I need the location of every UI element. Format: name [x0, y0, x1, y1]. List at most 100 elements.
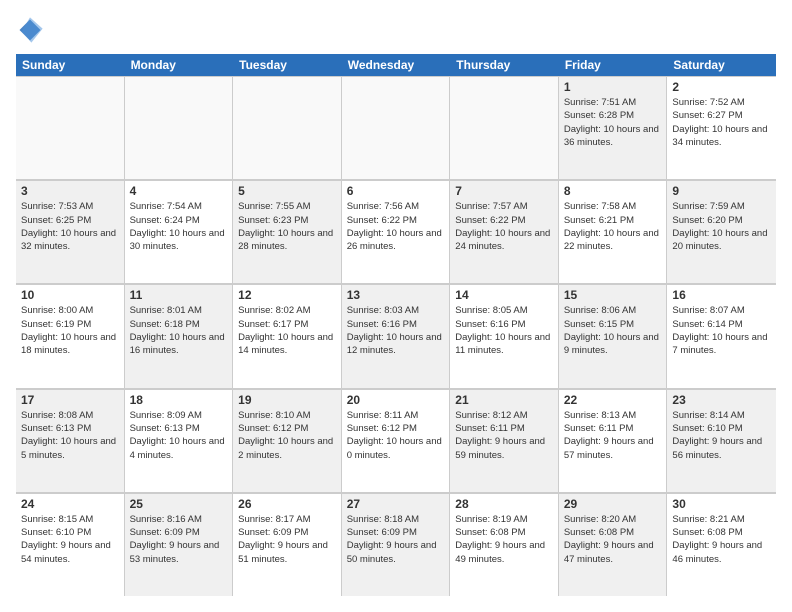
cal-cell — [450, 76, 559, 179]
cal-cell: 2 Sunrise: 7:52 AM Sunset: 6:27 PM Daylig… — [667, 76, 776, 179]
cal-cell: 10 Sunrise: 8:00 AM Sunset: 6:19 PM Dayli… — [16, 284, 125, 387]
day-number: 17 — [21, 393, 119, 407]
day-info: Sunrise: 7:52 AM Sunset: 6:27 PM Dayligh… — [672, 96, 771, 149]
day-info: Sunrise: 7:58 AM Sunset: 6:21 PM Dayligh… — [564, 200, 662, 253]
cal-header-monday: Monday — [125, 54, 234, 76]
page: SundayMondayTuesdayWednesdayThursdayFrid… — [0, 0, 792, 612]
day-number: 5 — [238, 184, 336, 198]
cal-week-1: 3 Sunrise: 7:53 AM Sunset: 6:25 PM Daylig… — [16, 180, 776, 284]
calendar-body: 1Sunrise: 7:51 AM Sunset: 6:28 PM Daylig… — [16, 76, 776, 596]
day-number: 12 — [238, 288, 336, 302]
cal-week-0: 1Sunrise: 7:51 AM Sunset: 6:28 PM Daylig… — [16, 76, 776, 180]
cal-cell: 9 Sunrise: 7:59 AM Sunset: 6:20 PM Daylig… — [667, 180, 776, 283]
cal-cell — [233, 76, 342, 179]
day-number: 22 — [564, 393, 662, 407]
day-number: 9 — [672, 184, 771, 198]
day-info: Sunrise: 8:03 AM Sunset: 6:16 PM Dayligh… — [347, 304, 445, 357]
day-info: Sunrise: 7:59 AM Sunset: 6:20 PM Dayligh… — [672, 200, 771, 253]
cal-cell: 1Sunrise: 7:51 AM Sunset: 6:28 PM Daylig… — [559, 76, 668, 179]
day-info: Sunrise: 7:53 AM Sunset: 6:25 PM Dayligh… — [21, 200, 119, 253]
day-number: 23 — [672, 393, 771, 407]
day-number: 4 — [130, 184, 228, 198]
cal-cell: 4 Sunrise: 7:54 AM Sunset: 6:24 PM Daylig… — [125, 180, 234, 283]
day-number: 21 — [455, 393, 553, 407]
day-info: Sunrise: 8:13 AM Sunset: 6:11 PM Dayligh… — [564, 409, 662, 462]
day-info: Sunrise: 8:07 AM Sunset: 6:14 PM Dayligh… — [672, 304, 771, 357]
cal-cell: 25 Sunrise: 8:16 AM Sunset: 6:09 PM Dayli… — [125, 493, 234, 596]
day-number: 30 — [672, 497, 771, 511]
day-info: Sunrise: 8:10 AM Sunset: 6:12 PM Dayligh… — [238, 409, 336, 462]
cal-cell: 7 Sunrise: 7:57 AM Sunset: 6:22 PM Daylig… — [450, 180, 559, 283]
cal-header-wednesday: Wednesday — [342, 54, 451, 76]
day-number: 15 — [564, 288, 662, 302]
day-number: 24 — [21, 497, 119, 511]
cal-cell: 14 Sunrise: 8:05 AM Sunset: 6:16 PM Dayli… — [450, 284, 559, 387]
cal-cell: 5Sunrise: 7:55 AM Sunset: 6:23 PM Daylig… — [233, 180, 342, 283]
day-info: Sunrise: 7:54 AM Sunset: 6:24 PM Dayligh… — [130, 200, 228, 253]
day-number: 7 — [455, 184, 553, 198]
cal-cell: 19 Sunrise: 8:10 AM Sunset: 6:12 PM Dayli… — [233, 389, 342, 492]
day-info: Sunrise: 8:14 AM Sunset: 6:10 PM Dayligh… — [672, 409, 771, 462]
day-number: 3 — [21, 184, 119, 198]
day-number: 28 — [455, 497, 553, 511]
day-number: 19 — [238, 393, 336, 407]
cal-cell: 24 Sunrise: 8:15 AM Sunset: 6:10 PM Dayli… — [16, 493, 125, 596]
cal-cell: 23 Sunrise: 8:14 AM Sunset: 6:10 PM Dayli… — [667, 389, 776, 492]
day-info: Sunrise: 8:20 AM Sunset: 6:08 PM Dayligh… — [564, 513, 662, 566]
cal-cell: 3 Sunrise: 7:53 AM Sunset: 6:25 PM Daylig… — [16, 180, 125, 283]
day-info: Sunrise: 8:12 AM Sunset: 6:11 PM Dayligh… — [455, 409, 553, 462]
cal-cell: 11Sunrise: 8:01 AM Sunset: 6:18 PM Dayli… — [125, 284, 234, 387]
day-number: 10 — [21, 288, 119, 302]
day-number: 6 — [347, 184, 445, 198]
day-number: 14 — [455, 288, 553, 302]
day-number: 27 — [347, 497, 445, 511]
day-info: Sunrise: 7:57 AM Sunset: 6:22 PM Dayligh… — [455, 200, 553, 253]
cal-cell: 27 Sunrise: 8:18 AM Sunset: 6:09 PM Dayli… — [342, 493, 451, 596]
cal-week-3: 17 Sunrise: 8:08 AM Sunset: 6:13 PM Dayli… — [16, 389, 776, 493]
cal-cell: 28 Sunrise: 8:19 AM Sunset: 6:08 PM Dayli… — [450, 493, 559, 596]
day-info: Sunrise: 8:18 AM Sunset: 6:09 PM Dayligh… — [347, 513, 445, 566]
cal-cell: 15 Sunrise: 8:06 AM Sunset: 6:15 PM Dayli… — [559, 284, 668, 387]
day-number: 20 — [347, 393, 445, 407]
cal-header-friday: Friday — [559, 54, 668, 76]
cal-cell: 22 Sunrise: 8:13 AM Sunset: 6:11 PM Dayli… — [559, 389, 668, 492]
cal-week-2: 10 Sunrise: 8:00 AM Sunset: 6:19 PM Dayli… — [16, 284, 776, 388]
day-info: Sunrise: 8:17 AM Sunset: 6:09 PM Dayligh… — [238, 513, 336, 566]
cal-header-sunday: Sunday — [16, 54, 125, 76]
cal-cell: 20 Sunrise: 8:11 AM Sunset: 6:12 PM Dayli… — [342, 389, 451, 492]
cal-cell — [342, 76, 451, 179]
day-info: Sunrise: 8:19 AM Sunset: 6:08 PM Dayligh… — [455, 513, 553, 566]
cal-cell: 6Sunrise: 7:56 AM Sunset: 6:22 PM Daylig… — [342, 180, 451, 283]
cal-cell: 13 Sunrise: 8:03 AM Sunset: 6:16 PM Dayli… — [342, 284, 451, 387]
day-info: Sunrise: 8:11 AM Sunset: 6:12 PM Dayligh… — [347, 409, 445, 462]
day-info: Sunrise: 8:08 AM Sunset: 6:13 PM Dayligh… — [21, 409, 119, 462]
day-info: Sunrise: 8:00 AM Sunset: 6:19 PM Dayligh… — [21, 304, 119, 357]
day-number: 16 — [672, 288, 771, 302]
day-info: Sunrise: 8:21 AM Sunset: 6:08 PM Dayligh… — [672, 513, 771, 566]
calendar-header: SundayMondayTuesdayWednesdayThursdayFrid… — [16, 54, 776, 76]
logo-icon — [16, 16, 44, 44]
cal-header-saturday: Saturday — [667, 54, 776, 76]
day-number: 29 — [564, 497, 662, 511]
day-number: 25 — [130, 497, 228, 511]
day-info: Sunrise: 7:51 AM Sunset: 6:28 PM Dayligh… — [564, 96, 662, 149]
day-info: Sunrise: 8:05 AM Sunset: 6:16 PM Dayligh… — [455, 304, 553, 357]
cal-cell: 16 Sunrise: 8:07 AM Sunset: 6:14 PM Dayli… — [667, 284, 776, 387]
header — [16, 16, 776, 44]
cal-cell: 18 Sunrise: 8:09 AM Sunset: 6:13 PM Dayli… — [125, 389, 234, 492]
day-info: Sunrise: 8:09 AM Sunset: 6:13 PM Dayligh… — [130, 409, 228, 462]
calendar: SundayMondayTuesdayWednesdayThursdayFrid… — [16, 54, 776, 596]
cal-cell: 12 Sunrise: 8:02 AM Sunset: 6:17 PM Dayli… — [233, 284, 342, 387]
day-info: Sunrise: 8:02 AM Sunset: 6:17 PM Dayligh… — [238, 304, 336, 357]
cal-cell: 26 Sunrise: 8:17 AM Sunset: 6:09 PM Dayli… — [233, 493, 342, 596]
cal-cell: 8Sunrise: 7:58 AM Sunset: 6:21 PM Daylig… — [559, 180, 668, 283]
day-number: 11 — [130, 288, 228, 302]
day-number: 13 — [347, 288, 445, 302]
day-info: Sunrise: 8:06 AM Sunset: 6:15 PM Dayligh… — [564, 304, 662, 357]
day-number: 2 — [672, 80, 771, 94]
day-number: 18 — [130, 393, 228, 407]
day-info: Sunrise: 8:15 AM Sunset: 6:10 PM Dayligh… — [21, 513, 119, 566]
day-number: 26 — [238, 497, 336, 511]
cal-header-tuesday: Tuesday — [233, 54, 342, 76]
day-info: Sunrise: 8:16 AM Sunset: 6:09 PM Dayligh… — [130, 513, 228, 566]
